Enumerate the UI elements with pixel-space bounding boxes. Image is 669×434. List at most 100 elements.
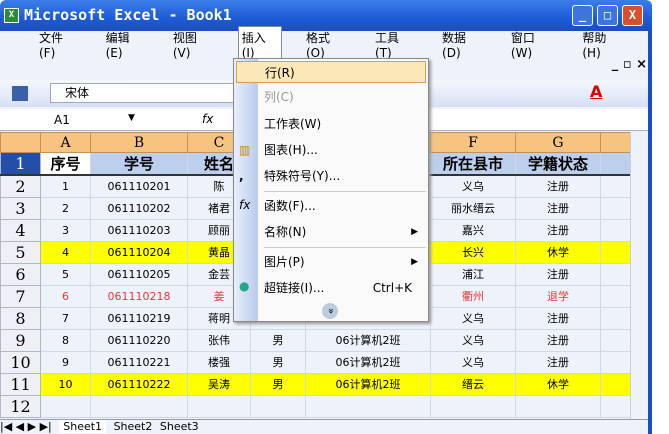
expand-menu-icon[interactable]: »: [322, 303, 338, 319]
font-color-icon[interactable]: A: [590, 82, 602, 101]
cell[interactable]: 061110204: [90, 240, 188, 264]
cell[interactable]: [600, 372, 631, 396]
menu-item-row[interactable]: 行(R): [236, 61, 426, 83]
select-all-corner[interactable]: [0, 132, 41, 153]
cell[interactable]: [600, 240, 631, 264]
cell[interactable]: [250, 394, 306, 418]
cell[interactable]: 休学: [515, 240, 601, 264]
cell[interactable]: 10: [40, 372, 91, 396]
menu-item-picture[interactable]: 图片(P) ▶: [264, 251, 424, 273]
cell[interactable]: 06计算机2班: [305, 372, 431, 396]
tab-sheet1[interactable]: Sheet1: [59, 420, 107, 433]
cell[interactable]: 061110202: [90, 196, 188, 220]
cell[interactable]: 吴涛: [187, 372, 251, 396]
cell[interactable]: 义乌: [430, 328, 516, 352]
cell[interactable]: [187, 394, 251, 418]
column-header-h[interactable]: [600, 132, 631, 153]
column-header-G[interactable]: G: [515, 132, 601, 153]
menu-item-hyperlink[interactable]: 超链接(I)... Ctrl+K: [264, 277, 424, 299]
cell[interactable]: 注册: [515, 262, 601, 286]
menu-file[interactable]: 文件(F): [36, 27, 82, 62]
menu-item-special-symbol[interactable]: 特殊符号(Y)...: [264, 165, 424, 187]
document-controls[interactable]: _ ▫ ×: [612, 57, 647, 72]
cell[interactable]: 8: [40, 328, 91, 352]
menu-item-name[interactable]: 名称(N) ▶: [264, 221, 424, 243]
cell[interactable]: 嘉兴: [430, 218, 516, 242]
cell[interactable]: [305, 394, 431, 418]
cell[interactable]: 休学: [515, 372, 601, 396]
cell[interactable]: [600, 152, 631, 176]
row-header[interactable]: 6: [0, 262, 41, 286]
tab-nav-icon[interactable]: |◀ ◀ ▶ ▶|: [0, 420, 52, 433]
column-header-B[interactable]: B: [90, 132, 188, 153]
cell[interactable]: 4: [40, 240, 91, 264]
cell[interactable]: [600, 350, 631, 374]
cell[interactable]: 注册: [515, 196, 601, 220]
row-header[interactable]: 4: [0, 218, 41, 242]
cell[interactable]: [90, 394, 188, 418]
cell[interactable]: 061110219: [90, 306, 188, 330]
cell[interactable]: [515, 394, 601, 418]
cell[interactable]: 061110218: [90, 284, 188, 308]
cell[interactable]: [600, 284, 631, 308]
menu-edit[interactable]: 编辑(E): [103, 27, 149, 62]
menu-data[interactable]: 数据(D): [439, 27, 487, 62]
row-header[interactable]: 2: [0, 174, 41, 198]
row-header[interactable]: 10: [0, 350, 41, 374]
cell[interactable]: 061110203: [90, 218, 188, 242]
cell[interactable]: 缙云: [430, 372, 516, 396]
column-header-A[interactable]: A: [40, 132, 91, 153]
cell[interactable]: 义乌: [430, 174, 516, 198]
cell[interactable]: 1: [40, 174, 91, 198]
menu-tools[interactable]: 工具(T): [372, 27, 418, 62]
row-header[interactable]: 1: [0, 152, 41, 176]
cell[interactable]: 注册: [515, 306, 601, 330]
fx-icon[interactable]: fx: [202, 112, 213, 126]
cell[interactable]: 浦江: [430, 262, 516, 286]
save-icon[interactable]: [12, 86, 28, 101]
cell[interactable]: 退学: [515, 284, 601, 308]
tab-sheet3[interactable]: Sheet3: [160, 420, 199, 433]
cell[interactable]: 3: [40, 218, 91, 242]
row-header[interactable]: 12: [0, 394, 41, 418]
vertical-scrollbar[interactable]: [630, 132, 648, 419]
cell[interactable]: [430, 394, 516, 418]
cell[interactable]: 2: [40, 196, 91, 220]
cell[interactable]: [40, 394, 91, 418]
cell[interactable]: 061110221: [90, 350, 188, 374]
cell[interactable]: 张伟: [187, 328, 251, 352]
menu-format[interactable]: 格式(O): [303, 27, 351, 62]
menu-item-function[interactable]: 函数(F)...: [264, 195, 424, 217]
tab-sheet2[interactable]: Sheet2: [114, 420, 153, 433]
header-cell[interactable]: 学籍状态: [515, 152, 601, 176]
cell[interactable]: 丽水缙云: [430, 196, 516, 220]
cell[interactable]: [600, 328, 631, 352]
font-select[interactable]: 宋体: [50, 83, 240, 103]
row-header[interactable]: 11: [0, 372, 41, 396]
cell[interactable]: 注册: [515, 328, 601, 352]
cell[interactable]: 长兴: [430, 240, 516, 264]
cell[interactable]: 06计算机2班: [305, 328, 431, 352]
cell[interactable]: [600, 262, 631, 286]
header-cell[interactable]: 序号: [40, 152, 91, 176]
row-header[interactable]: 7: [0, 284, 41, 308]
cell[interactable]: 男: [250, 350, 306, 374]
cell[interactable]: [600, 306, 631, 330]
cell[interactable]: 5: [40, 262, 91, 286]
cell[interactable]: [600, 394, 631, 418]
menu-view[interactable]: 视图(V): [170, 27, 217, 62]
cell[interactable]: 男: [250, 328, 306, 352]
row-header[interactable]: 8: [0, 306, 41, 330]
header-cell[interactable]: 所在县市: [430, 152, 516, 176]
cell[interactable]: 061110205: [90, 262, 188, 286]
cell[interactable]: 男: [250, 372, 306, 396]
menu-item-column[interactable]: 列(C): [264, 86, 424, 108]
cell[interactable]: 6: [40, 284, 91, 308]
dropdown-icon[interactable]: ▼: [128, 113, 135, 123]
cell[interactable]: 注册: [515, 174, 601, 198]
cell[interactable]: [600, 218, 631, 242]
cell[interactable]: 衢州: [430, 284, 516, 308]
cell[interactable]: 061110222: [90, 372, 188, 396]
maximize-button[interactable]: □: [597, 5, 618, 26]
cell[interactable]: 楼强: [187, 350, 251, 374]
